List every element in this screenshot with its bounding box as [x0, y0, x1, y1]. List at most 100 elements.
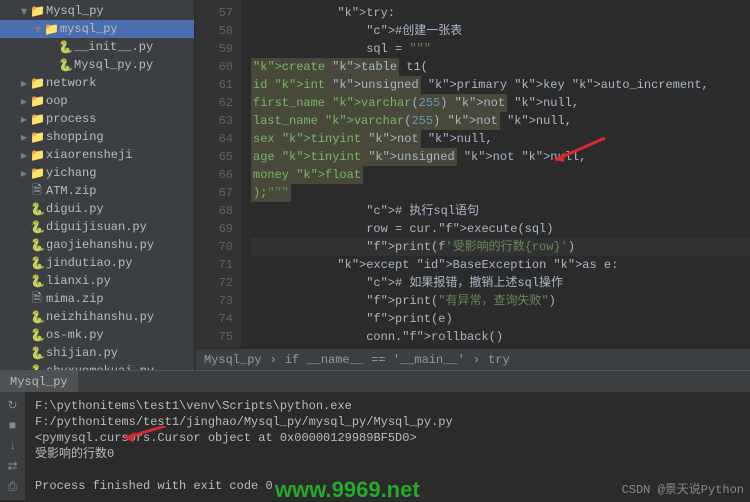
- code-line[interactable]: "k">except "id">BaseException "k">as e:: [251, 256, 750, 274]
- code-line[interactable]: "f">print(e): [251, 310, 750, 328]
- tree-item[interactable]: ▾📁mysql_py: [0, 20, 194, 38]
- rerun-icon[interactable]: ↻: [7, 398, 17, 413]
- code-line[interactable]: conn."f">rollback(): [251, 328, 750, 346]
- tree-item[interactable]: 🐍os-mk.py: [0, 326, 194, 344]
- file-icon: 🐍: [30, 256, 44, 271]
- tree-twisty-icon[interactable]: ▸: [18, 166, 30, 181]
- tree-item-label: Mysql_py.py: [74, 58, 153, 72]
- tree-item[interactable]: 🐍digui.py: [0, 200, 194, 218]
- line-gutter[interactable]: 57585960616263646566676869707172737475: [196, 0, 241, 348]
- code-line[interactable]: money "k">float: [251, 166, 750, 184]
- tree-item-label: xiaorensheji: [46, 148, 132, 162]
- tree-item[interactable]: 🗎mima.zip: [0, 290, 194, 308]
- tree-twisty-icon[interactable]: ▸: [18, 94, 30, 109]
- print-icon[interactable]: ⎙: [8, 480, 18, 494]
- code-line[interactable]: first_name "k">varchar(255) "k">not "k">…: [251, 94, 750, 112]
- file-icon: 🐍: [30, 310, 44, 325]
- code-line[interactable]: "k">try:: [251, 4, 750, 22]
- tree-item[interactable]: 🐍diguijisuan.py: [0, 218, 194, 236]
- code-line[interactable]: "k">create "k">table t1(: [251, 58, 750, 76]
- tree-item-label: jindutiao.py: [46, 256, 132, 270]
- tree-item[interactable]: 🐍lianxi.py: [0, 272, 194, 290]
- file-icon: 🐍: [30, 364, 44, 371]
- console-output[interactable]: F:\pythonitems\test1\venv\Scripts\python…: [25, 392, 750, 500]
- tree-item-label: oop: [46, 94, 68, 108]
- wrap-icon[interactable]: ⇄: [7, 459, 17, 474]
- code-line[interactable]: "f">print(f'受影响的行数{row}'): [251, 238, 750, 256]
- code-line[interactable]: "f">print("有异常，查询失败"): [251, 292, 750, 310]
- tree-item-label: Mysql_py: [46, 4, 104, 18]
- code-line[interactable]: "c"># 执行sql语句: [251, 202, 750, 220]
- tree-item-label: gaojiehanshu.py: [46, 238, 154, 252]
- tree-item-label: digui.py: [46, 202, 104, 216]
- tree-item[interactable]: ▸📁oop: [0, 92, 194, 110]
- tree-item[interactable]: ▸📁process: [0, 110, 194, 128]
- file-icon: 📁: [30, 76, 44, 91]
- file-icon: 📁: [30, 166, 44, 181]
- tree-item-label: process: [46, 112, 96, 126]
- breadcrumb-item[interactable]: try: [488, 353, 510, 367]
- tree-twisty-icon[interactable]: ▾: [18, 4, 30, 19]
- stop-icon[interactable]: ■: [9, 419, 16, 433]
- project-tree[interactable]: ▾📁Mysql_py▾📁mysql_py🐍__init__.py🐍Mysql_p…: [0, 0, 195, 370]
- tree-item-label: shopping: [46, 130, 104, 144]
- code-line[interactable]: age "k">tinyint "k">unsigned "k">not "k"…: [251, 148, 750, 166]
- tree-item[interactable]: 🐍neizhihanshu.py: [0, 308, 194, 326]
- console-tab[interactable]: Mysql_py: [0, 371, 78, 392]
- console-line: [35, 462, 740, 478]
- tree-twisty-icon[interactable]: ▸: [18, 130, 30, 145]
- tree-item[interactable]: 🗎ATM.zip: [0, 182, 194, 200]
- run-tool-window: Mysql_py ↻ ■ ↓ ⇄ ⎙ F:\pythonitems\test1\…: [0, 370, 750, 500]
- tree-twisty-icon[interactable]: ▸: [18, 112, 30, 127]
- tree-item-label: __init__.py: [74, 40, 153, 54]
- console-toolbar[interactable]: ↻ ■ ↓ ⇄ ⎙: [0, 392, 25, 500]
- file-icon: 🐍: [30, 220, 44, 235]
- tree-item[interactable]: ▸📁xiaorensheji: [0, 146, 194, 164]
- breadcrumb-item[interactable]: Mysql_py: [204, 353, 262, 367]
- file-icon: 🐍: [30, 274, 44, 289]
- tree-item[interactable]: 🐍__init__.py: [0, 38, 194, 56]
- code-line[interactable]: last_name "k">varchar(255) "k">not "k">n…: [251, 112, 750, 130]
- tree-item[interactable]: 🐍jindutiao.py: [0, 254, 194, 272]
- tree-item[interactable]: 🐍shuxuemokuai.py: [0, 362, 194, 370]
- tree-item-label: mysql_py: [60, 22, 118, 36]
- tree-item[interactable]: 🐍gaojiehanshu.py: [0, 236, 194, 254]
- editor-breadcrumb[interactable]: Mysql_py› if __name__ == '__main__'› try: [196, 348, 750, 370]
- code-line[interactable]: "c">#创建一张表: [251, 22, 750, 40]
- tree-item-label: shuxuemokuai.py: [46, 364, 154, 370]
- tree-item-label: lianxi.py: [46, 274, 111, 288]
- file-icon: 🐍: [58, 58, 72, 73]
- file-icon: 🗎: [30, 289, 44, 310]
- tree-twisty-icon[interactable]: ▾: [32, 22, 44, 37]
- file-icon: 🗎: [30, 181, 44, 202]
- file-icon: 📁: [30, 112, 44, 127]
- console-tab-bar[interactable]: Mysql_py: [0, 371, 750, 392]
- tree-item-label: yichang: [46, 166, 96, 180]
- tree-item-label: shijian.py: [46, 346, 118, 360]
- tree-item-label: ATM.zip: [46, 184, 96, 198]
- code-line[interactable]: sex "k">tinyint "k">not "k">null,: [251, 130, 750, 148]
- tree-twisty-icon[interactable]: ▸: [18, 76, 30, 91]
- code-content[interactable]: "k">try: "c">#创建一张表 sql = """"k">create …: [241, 0, 750, 348]
- file-icon: 📁: [30, 94, 44, 109]
- code-line[interactable]: id "k">int "k">unsigned "k">primary "k">…: [251, 76, 750, 94]
- code-line[interactable]: );""": [251, 184, 750, 202]
- tree-item[interactable]: ▸📁shopping: [0, 128, 194, 146]
- file-icon: 🐍: [58, 40, 72, 55]
- code-line[interactable]: "c"># 如果报错，撤销上述sql操作: [251, 274, 750, 292]
- down-icon[interactable]: ↓: [9, 439, 16, 453]
- code-line[interactable]: row = cur."f">execute(sql): [251, 220, 750, 238]
- tree-item[interactable]: ▸📁network: [0, 74, 194, 92]
- watermark-credit: CSDN @景天说Python: [622, 482, 744, 498]
- tree-item-label: neizhihanshu.py: [46, 310, 154, 324]
- tree-item[interactable]: ▾📁Mysql_py: [0, 2, 194, 20]
- tree-item-label: mima.zip: [46, 292, 104, 306]
- code-line[interactable]: sql = """: [251, 40, 750, 58]
- tree-twisty-icon[interactable]: ▸: [18, 148, 30, 163]
- tree-item[interactable]: ▸📁yichang: [0, 164, 194, 182]
- tree-item[interactable]: 🐍shijian.py: [0, 344, 194, 362]
- annotation-arrow: [120, 426, 170, 451]
- tree-item[interactable]: 🐍Mysql_py.py: [0, 56, 194, 74]
- breadcrumb-item[interactable]: if __name__ == '__main__': [285, 353, 465, 367]
- file-icon: 📁: [30, 4, 44, 19]
